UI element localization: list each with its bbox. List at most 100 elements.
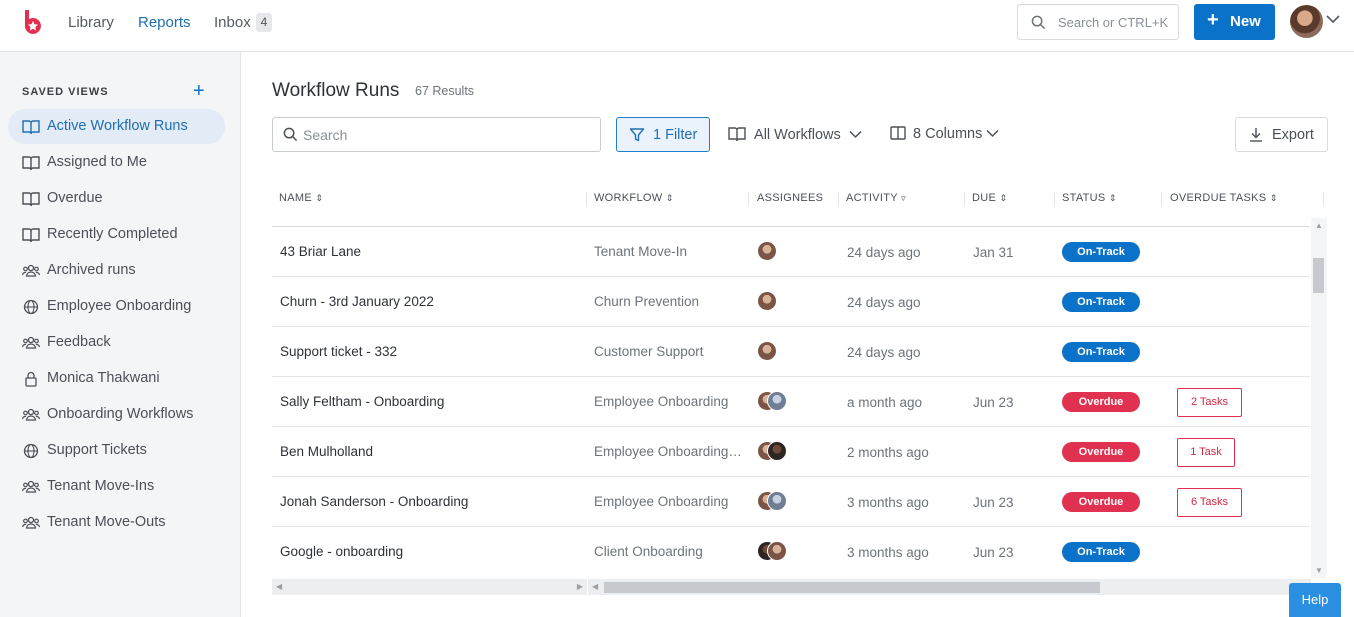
- chevron-down-icon: [986, 129, 999, 138]
- all-workflows-label: All Workflows: [754, 127, 841, 143]
- add-view-button[interactable]: +: [193, 81, 205, 101]
- table-row[interactable]: 43 Briar Lane Tenant Move-In 24 days ago…: [272, 227, 1310, 277]
- search-icon: [283, 127, 298, 142]
- column-header-label: NAME: [279, 192, 312, 204]
- sidebar: SAVED VIEWS + Active Workflow Runs Assig…: [0, 52, 241, 617]
- sidebar-item-assigned-to-me[interactable]: Assigned to Me: [8, 145, 225, 180]
- column-divider: [964, 192, 965, 206]
- scroll-down-arrow-icon[interactable]: ▼: [1315, 566, 1323, 575]
- sidebar-item-label: Archived runs: [47, 262, 136, 278]
- inbox-count-badge: 4: [256, 13, 272, 32]
- chevron-down-icon[interactable]: [1326, 14, 1340, 24]
- workflow-name: Client Onboarding: [594, 544, 703, 559]
- nav-library[interactable]: Library: [68, 14, 114, 31]
- sidebar-item-label: Tenant Move-Ins: [47, 478, 155, 494]
- all-workflows-dropdown[interactable]: All Workflows: [728, 126, 862, 143]
- sidebar-item-onboarding-workflows[interactable]: Onboarding Workflows: [8, 397, 225, 432]
- table-row[interactable]: Support ticket - 332 Customer Support 24…: [272, 327, 1310, 377]
- frozen-column-scrollbar[interactable]: ◀ ▶: [272, 579, 587, 595]
- new-button[interactable]: + New: [1194, 4, 1275, 40]
- plus-icon: +: [1207, 9, 1219, 31]
- global-search-placeholder: Search or CTRL+K: [1058, 15, 1169, 30]
- activity-time: 2 months ago: [847, 445, 929, 460]
- column-header-overdue-tasks[interactable]: OVERDUE TASKS ⇕: [1170, 192, 1278, 204]
- status-badge: On-Track: [1062, 292, 1140, 312]
- sidebar-item-overdue[interactable]: Overdue: [8, 181, 225, 216]
- column-header-assignees: ASSIGNEES: [757, 192, 823, 204]
- sidebar-item-label: Tenant Move-Outs: [47, 514, 166, 530]
- column-header-workflow[interactable]: WORKFLOW ⇕: [594, 192, 674, 204]
- horizontal-scrollbar[interactable]: ◀: [588, 579, 1311, 595]
- column-header-name[interactable]: NAME ⇕: [279, 192, 323, 204]
- run-name[interactable]: Ben Mulholland: [280, 444, 373, 459]
- filter-button[interactable]: 1 Filter: [616, 117, 710, 152]
- status-badge: Overdue: [1062, 392, 1140, 412]
- column-header-label: STATUS: [1062, 192, 1106, 204]
- sort-icon: ⇕: [1269, 193, 1278, 203]
- table-row[interactable]: Google - onboarding Client Onboarding 3 …: [272, 527, 1310, 577]
- column-divider: [838, 192, 839, 206]
- sidebar-item-monica-thakwani[interactable]: Monica Thakwani: [8, 361, 225, 396]
- workflow-name: Churn Prevention: [594, 294, 700, 309]
- activity-time: 24 days ago: [847, 245, 921, 260]
- table-row[interactable]: Ben Mulholland Employee Onboarding ... 2…: [272, 427, 1310, 477]
- sidebar-item-employee-onboarding[interactable]: Employee Onboarding: [8, 289, 225, 324]
- status-badge: On-Track: [1062, 342, 1140, 362]
- column-header-due[interactable]: DUE ⇕: [972, 192, 1007, 204]
- run-name[interactable]: 43 Briar Lane: [280, 244, 361, 259]
- page-title: Workflow Runs: [272, 80, 400, 101]
- workflow-name: Customer Support: [594, 344, 704, 359]
- column-divider: [1323, 192, 1324, 206]
- search-input[interactable]: Search: [272, 117, 601, 152]
- run-name[interactable]: Sally Feltham - Onboarding: [280, 394, 444, 409]
- column-divider: [586, 192, 587, 206]
- vertical-scrollbar[interactable]: ▲ ▼: [1311, 218, 1327, 578]
- run-name[interactable]: Jonah Sanderson - Onboarding: [280, 494, 468, 509]
- scroll-left-arrow-icon[interactable]: ◀: [592, 582, 598, 591]
- scroll-right-arrow-icon[interactable]: ▶: [577, 582, 583, 591]
- column-header-activity[interactable]: ACTIVITY ▿: [846, 192, 906, 204]
- chevron-down-icon: [849, 130, 862, 139]
- export-button[interactable]: Export: [1235, 117, 1328, 152]
- sidebar-item-tenant-move-outs[interactable]: Tenant Move-Outs: [8, 505, 225, 540]
- avatar: [757, 341, 777, 361]
- sidebar-item-feedback[interactable]: Feedback: [8, 325, 225, 360]
- logo-icon[interactable]: [22, 10, 44, 36]
- sidebar-item-support-tickets[interactable]: Support Tickets: [8, 433, 225, 468]
- activity-time: 3 months ago: [847, 495, 929, 510]
- overdue-tasks-button[interactable]: 2 Tasks: [1177, 388, 1242, 417]
- global-search-input[interactable]: Search or CTRL+K: [1017, 4, 1179, 40]
- column-header-status[interactable]: STATUS ⇕: [1062, 192, 1117, 204]
- sidebar-item-recently-completed[interactable]: Recently Completed: [8, 217, 225, 252]
- lock-icon: [25, 371, 37, 387]
- activity-time: a month ago: [847, 395, 923, 410]
- columns-dropdown[interactable]: 8 Columns: [890, 126, 999, 142]
- scroll-left-arrow-icon[interactable]: ◀: [276, 582, 282, 591]
- users-icon: [22, 480, 40, 493]
- run-name[interactable]: Google - onboarding: [280, 544, 403, 559]
- horizontal-scroll-thumb[interactable]: [604, 582, 1100, 593]
- due-date: Jun 23: [973, 545, 1014, 560]
- sidebar-item-label: Employee Onboarding: [47, 298, 192, 314]
- search-icon: [1031, 15, 1046, 30]
- vertical-scroll-thumb[interactable]: [1313, 258, 1324, 293]
- due-date: Jun 23: [973, 395, 1014, 410]
- help-button[interactable]: Help: [1289, 583, 1341, 617]
- run-name[interactable]: Support ticket - 332: [280, 344, 397, 359]
- sidebar-item-tenant-move-ins[interactable]: Tenant Move-Ins: [8, 469, 225, 504]
- book-icon: [22, 228, 40, 243]
- table-row[interactable]: Churn - 3rd January 2022 Churn Preventio…: [272, 277, 1310, 327]
- user-avatar[interactable]: [1290, 5, 1323, 38]
- overdue-tasks-button[interactable]: 1 Task: [1177, 438, 1235, 467]
- table-row[interactable]: Sally Feltham - Onboarding Employee Onbo…: [272, 377, 1310, 427]
- overdue-tasks-button[interactable]: 6 Tasks: [1177, 488, 1242, 517]
- nav-inbox[interactable]: Inbox: [214, 14, 251, 31]
- column-divider: [1161, 192, 1162, 206]
- scroll-up-arrow-icon[interactable]: ▲: [1315, 221, 1323, 230]
- nav-reports[interactable]: Reports: [138, 14, 191, 31]
- sidebar-item-archived-runs[interactable]: Archived runs: [8, 253, 225, 288]
- run-name[interactable]: Churn - 3rd January 2022: [280, 294, 434, 309]
- workflow-name: Employee Onboarding ...: [594, 444, 742, 459]
- sidebar-item-active-workflow-runs[interactable]: Active Workflow Runs: [8, 109, 225, 144]
- table-row[interactable]: Jonah Sanderson - Onboarding Employee On…: [272, 477, 1310, 527]
